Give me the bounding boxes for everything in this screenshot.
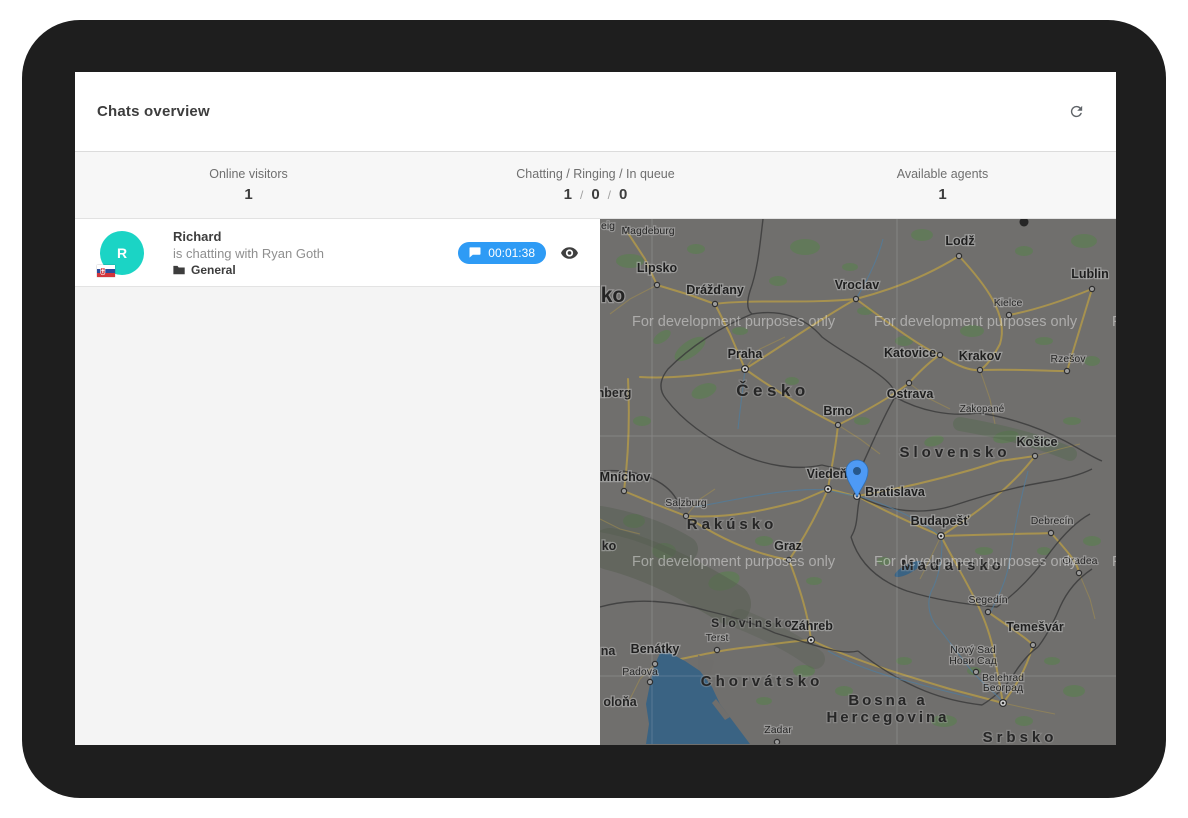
svg-text:For development purposes only: For development purposes only bbox=[874, 554, 1078, 570]
svg-text:Srbsko: Srbsko bbox=[983, 729, 1058, 744]
chat-info: Richard is chatting with Ryan Goth Gener… bbox=[173, 228, 458, 278]
slovakia-flag-icon bbox=[97, 265, 115, 277]
refresh-button[interactable] bbox=[1064, 99, 1089, 124]
svg-text:Salzburg: Salzburg bbox=[665, 497, 707, 509]
svg-text:Slovinsko: Slovinsko bbox=[711, 616, 795, 630]
svg-text:For development purposes only: For development purposes only bbox=[632, 554, 836, 570]
svg-text:Lodž: Lodž bbox=[945, 234, 974, 248]
svg-text:oloňa: oloňa bbox=[603, 695, 637, 709]
svg-text:Krakov: Krakov bbox=[959, 349, 1001, 363]
eye-icon bbox=[561, 247, 578, 259]
svg-text:Praha: Praha bbox=[728, 347, 764, 361]
main-content: R Richard is chatting with Ryan Goth bbox=[75, 219, 1116, 745]
svg-text:Debrecín: Debrecín bbox=[1031, 515, 1074, 527]
svg-text:Lipsko: Lipsko bbox=[637, 261, 678, 275]
stat-label: Online visitors bbox=[209, 167, 288, 181]
svg-text:Bratislava: Bratislava bbox=[865, 485, 926, 499]
svg-text:Terst: Terst bbox=[706, 632, 729, 644]
svg-text:Magdeburg: Magdeburg bbox=[621, 225, 674, 237]
svg-text:For development purposes only: For development purposes only bbox=[632, 314, 836, 330]
chat-status-text: is chatting with Ryan Goth bbox=[173, 245, 458, 262]
department: General bbox=[173, 262, 458, 278]
svg-text:Београд: Београд bbox=[983, 682, 1023, 694]
ringing-count: 0 bbox=[591, 186, 599, 203]
svg-text:Segedín: Segedín bbox=[968, 594, 1007, 606]
app-window: Chats overview Online visitors 1 Chattin… bbox=[75, 72, 1116, 745]
svg-text:ko: ko bbox=[601, 284, 626, 307]
svg-text:Drážďany: Drážďany bbox=[686, 283, 744, 297]
separator: / bbox=[580, 188, 583, 202]
map[interactable]: eig Magdeburg Lipsko Drážďany Vroclav Lodž Lub… bbox=[600, 219, 1116, 745]
svg-text:Košice: Košice bbox=[1017, 435, 1058, 449]
svg-text:eig: eig bbox=[601, 220, 615, 232]
svg-text:Kielce: Kielce bbox=[994, 297, 1023, 309]
svg-text:Bosna a: Bosna a bbox=[848, 692, 927, 709]
separator: / bbox=[608, 188, 611, 202]
svg-text:For development purposes only: For development purposes only bbox=[1112, 554, 1116, 570]
svg-text:Zadar: Zadar bbox=[764, 724, 792, 736]
chat-list-item[interactable]: R Richard is chatting with Ryan Goth bbox=[75, 219, 600, 287]
map-canvas: eig Magdeburg Lipsko Drážďany Vroclav Lodž Lub… bbox=[600, 219, 1116, 744]
svg-text:Ostrava: Ostrava bbox=[887, 387, 935, 401]
stat-value: 1 bbox=[244, 186, 252, 203]
svg-text:Budapešť: Budapešť bbox=[911, 514, 970, 528]
queue-count: 0 bbox=[619, 186, 627, 203]
refresh-icon bbox=[1068, 103, 1085, 120]
svg-text:nberg: nberg bbox=[600, 386, 631, 400]
stat-online-visitors: Online visitors 1 bbox=[75, 152, 422, 218]
svg-text:Brno: Brno bbox=[823, 404, 853, 418]
header: Chats overview bbox=[75, 72, 1116, 152]
view-chat-button[interactable] bbox=[561, 247, 578, 259]
svg-text:Chorvátsko: Chorvátsko bbox=[701, 673, 824, 690]
svg-text:Benátky: Benátky bbox=[631, 642, 680, 656]
svg-text:Mníchov: Mníchov bbox=[600, 470, 650, 484]
chatting-count: 1 bbox=[564, 186, 572, 203]
visitor-name: Richard bbox=[173, 228, 458, 245]
svg-text:Hercegovina: Hercegovina bbox=[826, 709, 949, 726]
stat-available-agents: Available agents 1 bbox=[769, 152, 1116, 218]
svg-text:Padova: Padova bbox=[622, 666, 658, 678]
stat-value: 1 bbox=[938, 186, 946, 203]
avatar-initial: R bbox=[117, 245, 127, 261]
chat-list-panel: R Richard is chatting with Ryan Goth bbox=[75, 219, 600, 745]
stat-chatting-ringing-queue: Chatting / Ringing / In queue 1 / 0 / 0 bbox=[422, 152, 769, 218]
chat-duration-badge[interactable]: 00:01:38 bbox=[458, 242, 546, 264]
department-label: General bbox=[191, 262, 236, 278]
svg-text:Zakopané: Zakopané bbox=[960, 404, 1005, 415]
svg-text:Graz: Graz bbox=[774, 539, 802, 553]
svg-text:Záhreb: Záhreb bbox=[791, 619, 833, 633]
folder-icon bbox=[173, 265, 185, 275]
svg-text:na: na bbox=[601, 644, 617, 658]
svg-text:Lublin: Lublin bbox=[1071, 267, 1109, 281]
chat-bubble-icon bbox=[469, 247, 481, 258]
stat-label: Chatting / Ringing / In queue bbox=[516, 167, 674, 181]
svg-text:Temešvár: Temešvár bbox=[1006, 620, 1064, 634]
svg-text:Česko: Česko bbox=[736, 381, 810, 400]
stats-bar: Online visitors 1 Chatting / Ringing / I… bbox=[75, 152, 1116, 219]
svg-text:Slovensko: Slovensko bbox=[899, 444, 1010, 461]
svg-text:For development purposes only: For development purposes only bbox=[874, 314, 1078, 330]
chat-actions: 00:01:38 bbox=[458, 242, 578, 264]
svg-text:Viedeň: Viedeň bbox=[807, 467, 848, 481]
stat-label: Available agents bbox=[897, 167, 989, 181]
chat-duration: 00:01:38 bbox=[488, 246, 535, 260]
avatar: R bbox=[100, 231, 144, 275]
svg-text:Katovice: Katovice bbox=[884, 346, 936, 360]
svg-text:ko: ko bbox=[602, 539, 617, 553]
svg-text:For development purposes only: For development purposes only bbox=[1112, 314, 1116, 330]
svg-text:Нови Сад: Нови Сад bbox=[949, 655, 996, 667]
page-title: Chats overview bbox=[97, 103, 210, 120]
svg-text:Rakúsko: Rakúsko bbox=[687, 516, 778, 533]
svg-text:Rzešov: Rzešov bbox=[1050, 353, 1086, 365]
stat-value: 1 / 0 / 0 bbox=[564, 186, 628, 203]
svg-text:Vroclav: Vroclav bbox=[835, 278, 880, 292]
device-frame: Chats overview Online visitors 1 Chattin… bbox=[22, 20, 1166, 798]
